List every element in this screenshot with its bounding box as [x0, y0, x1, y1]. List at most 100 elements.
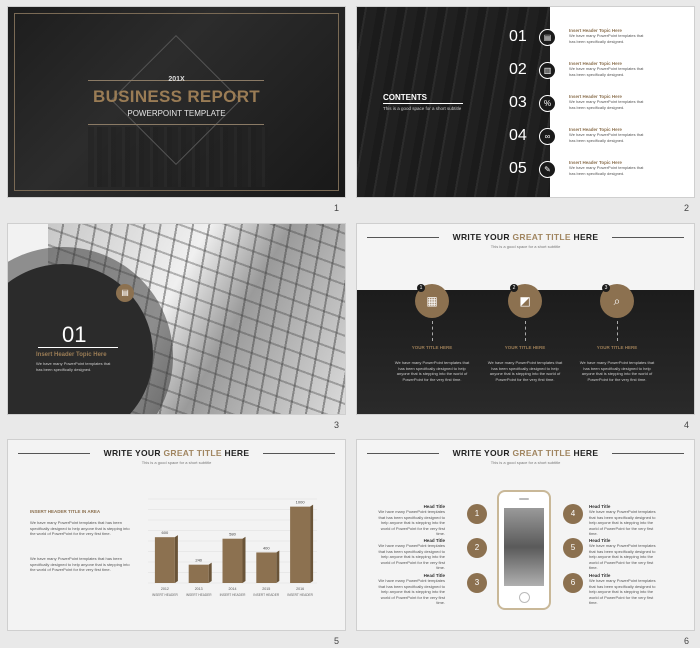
dashed-connector — [431, 321, 433, 341]
slide-5-thumbnail[interactable]: WRITE YOUR GREAT TITLE HERE This is a go… — [8, 440, 345, 630]
document-icon: ▤ — [116, 284, 134, 302]
title-part: WRITE YOUR — [103, 448, 164, 458]
feature-body: We have many PowerPoint templates that h… — [394, 360, 470, 382]
section-header: Insert Header Topic Here — [36, 352, 107, 358]
contents-row-icon: ▤ — [539, 29, 556, 46]
bar — [290, 506, 311, 583]
feature-column: ◩ 2 YOUR TITLE HERE We have many PowerPoi… — [480, 284, 570, 382]
slide-6-thumbnail[interactable]: WRITE YOUR GREAT TITLE HERE This is a go… — [357, 440, 694, 630]
feature-body: We have many PowerPoint templates that h… — [378, 543, 445, 570]
feature-item: Head Title We have many PowerPoint templ… — [589, 504, 659, 537]
title-accent: GREAT TITLE — [163, 448, 222, 458]
feature-number-badge: 1 — [467, 504, 487, 524]
title-part: WRITE YOUR — [452, 232, 513, 242]
slide-title: WRITE YOUR GREAT TITLE HERE — [8, 448, 345, 458]
bar — [188, 564, 209, 583]
feature-badge: 3 — [602, 284, 610, 292]
feature-title: YOUR TITLE HERE — [596, 345, 638, 350]
contents-row-number: 02 — [509, 61, 527, 78]
category-label: 2016 — [296, 587, 304, 591]
slide-3-thumbnail[interactable]: ▤ 01 Insert Header Topic Here We have ma… — [8, 224, 345, 414]
category-sublabel: INSERT HEADER — [287, 593, 313, 597]
slide-number: 1 — [334, 203, 340, 213]
bar-value-label: 1000 — [296, 500, 306, 505]
dashed-connector — [616, 321, 618, 341]
category-sublabel: INSERT HEADER — [253, 593, 279, 597]
category-sublabel: INSERT HEADER — [220, 593, 246, 597]
phone-speaker — [519, 498, 529, 500]
feature-body: We have many PowerPoint templates that h… — [378, 509, 445, 536]
contents-row-number: 03 — [509, 94, 527, 111]
contents-subtitle: This is a good space for a short subtitl… — [383, 106, 462, 111]
contents-row-icon: ∞ — [539, 128, 556, 145]
section-underline — [38, 347, 118, 348]
contents-underline — [383, 103, 463, 104]
category-label: 2013 — [195, 587, 203, 591]
bar — [154, 537, 175, 583]
section-body: We have many PowerPoint templates that h… — [36, 361, 111, 372]
title-accent: GREAT TITLE — [512, 448, 571, 458]
slide-4-thumbnail[interactable]: WRITE YOUR GREAT TITLE HERE This is a go… — [357, 224, 694, 414]
title-part: WRITE YOUR — [452, 448, 513, 458]
contents-title: CONTENTS — [383, 93, 427, 102]
contents-row-icon: ✎ — [539, 161, 556, 178]
category-sublabel: INSERT HEADER — [186, 593, 212, 597]
slide-number: 4 — [684, 420, 690, 430]
feature-item: Head Title We have many PowerPoint templ… — [375, 504, 445, 537]
feature-body: We have many PowerPoint templates that h… — [487, 360, 563, 382]
feature-number-badge: 6 — [563, 573, 583, 593]
feature-body: We have many PowerPoint templates that h… — [589, 578, 656, 605]
slide-title: WRITE YOUR GREAT TITLE HERE — [357, 448, 694, 458]
contents-row-text: Insert Header Topic Here We have many Po… — [569, 61, 649, 77]
feature-item: Head Title We have many PowerPoint templ… — [589, 573, 659, 606]
bar-side — [310, 504, 314, 583]
feature-title: YOUR TITLE HERE — [504, 345, 546, 350]
contents-row-text: Insert Header Topic Here We have many Po… — [569, 160, 649, 176]
slide-subtitle: This is a good space for a short subtitl… — [490, 244, 561, 249]
contents-row-text: Insert Header Topic Here We have many Po… — [569, 94, 649, 110]
feature-number-badge: 3 — [467, 573, 487, 593]
slide-2-thumbnail[interactable]: CONTENTS This is a good space for a shor… — [357, 7, 694, 197]
feature-body: We have many PowerPoint templates that h… — [589, 509, 656, 536]
slide-title: WRITE YOUR GREAT TITLE HERE — [357, 232, 694, 242]
feature-badge: 2 — [510, 284, 518, 292]
bar-side — [276, 550, 280, 583]
contents-row-text: Insert Header Topic Here We have many Po… — [569, 28, 649, 44]
slide-number: 3 — [334, 420, 340, 430]
bar-value-label: 580 — [229, 532, 236, 537]
left-paragraph: We have many PowerPoint templates that h… — [30, 556, 130, 572]
contents-row-number: 01 — [509, 28, 527, 45]
dashed-connector — [524, 321, 526, 341]
phone-mockup — [497, 490, 551, 610]
contents-row-icon: % — [539, 95, 556, 112]
left-header: INSERT HEADER TITLE IN AREA — [30, 509, 101, 514]
bar — [256, 552, 277, 583]
phone-screen — [504, 508, 544, 586]
slide-1-thumbnail[interactable]: 201X BUSINESS REPORT POWERPOINT TEMPLATE — [8, 7, 345, 197]
title-part: HERE — [570, 232, 599, 242]
feature-glyph: ⌕ — [613, 294, 621, 308]
feature-number-badge: 5 — [563, 538, 583, 558]
title-accent: GREAT TITLE — [512, 232, 571, 242]
phone-home-button — [519, 592, 530, 603]
slide-number: 6 — [684, 636, 690, 646]
contents-row-body: We have many PowerPoint templates that h… — [569, 165, 644, 176]
contents-row-text: Insert Header Topic Here We have many Po… — [569, 127, 649, 143]
feature-column: ⌕ 3 YOUR TITLE HERE We have many PowerPoi… — [572, 284, 662, 382]
feature-item: Head Title We have many PowerPoint templ… — [375, 573, 445, 606]
category-label: 2014 — [229, 587, 237, 591]
slide-number: 5 — [334, 636, 340, 646]
divider-line — [88, 124, 264, 125]
feature-body: We have many PowerPoint templates that h… — [589, 543, 656, 570]
feature-number-badge: 4 — [563, 504, 583, 524]
feature-column: ▦ 1 YOUR TITLE HERE We have many PowerPoi… — [387, 284, 477, 382]
contents-row-body: We have many PowerPoint templates that h… — [569, 132, 644, 143]
left-paragraph: We have many PowerPoint templates that h… — [30, 520, 130, 536]
contents-row-body: We have many PowerPoint templates that h… — [569, 33, 644, 44]
bar-value-label: 400 — [263, 545, 270, 550]
feature-icon: ▦ 1 — [415, 284, 449, 318]
contents-row-body: We have many PowerPoint templates that h… — [569, 66, 644, 77]
category-label: 2012 — [161, 587, 169, 591]
report-subtitle: POWERPOINT TEMPLATE — [127, 109, 226, 118]
bar-value-label: 240 — [195, 558, 202, 563]
